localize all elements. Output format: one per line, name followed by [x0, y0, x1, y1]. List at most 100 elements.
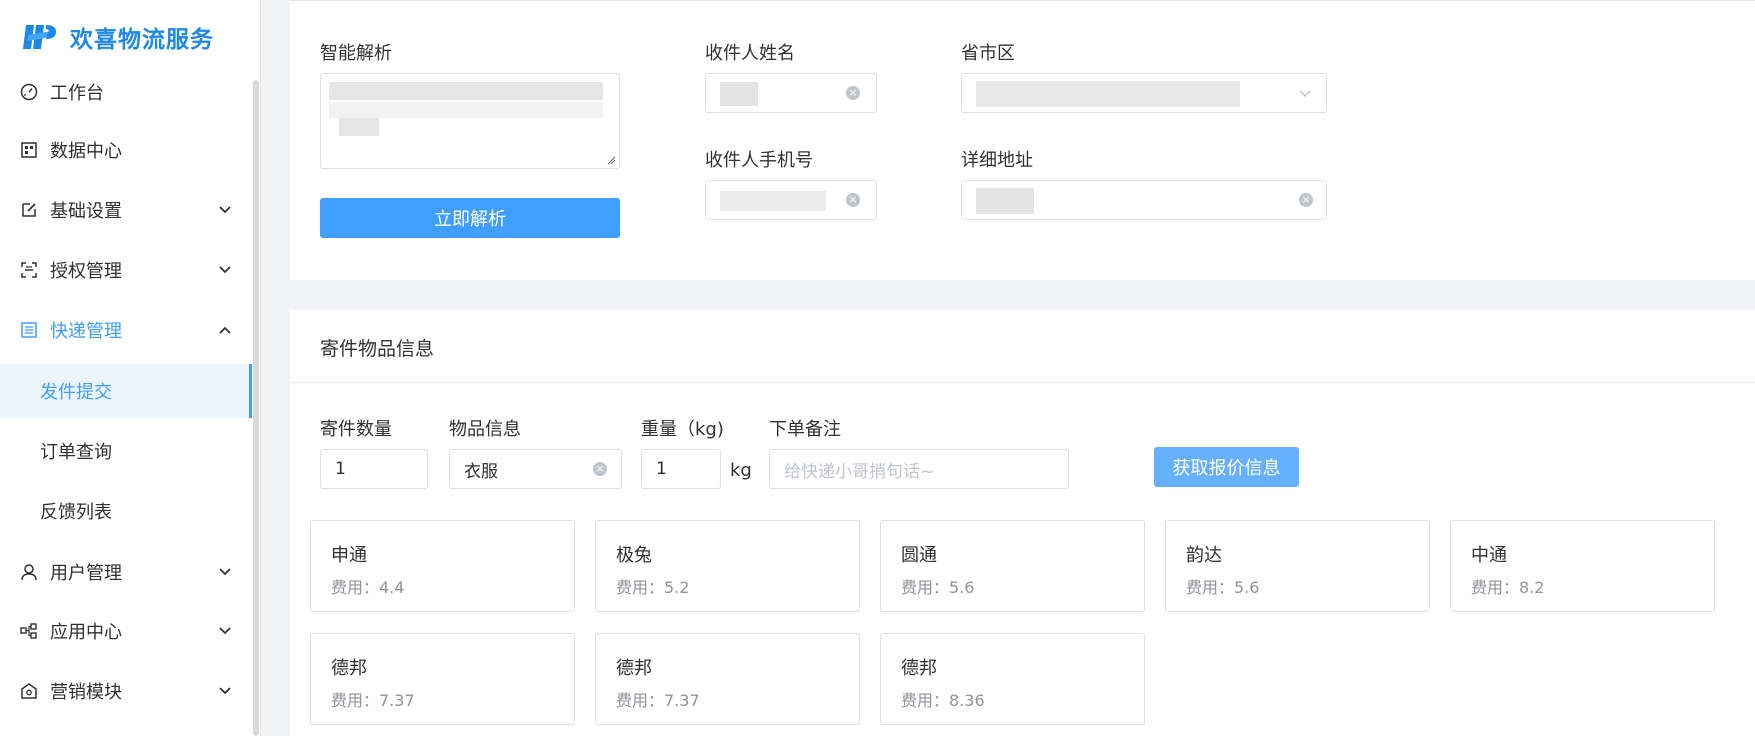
smart-parse-textarea[interactable]	[320, 73, 620, 169]
carrier-fee: 费用：5.2	[616, 578, 690, 597]
carrier-name: 圆通	[901, 545, 937, 566]
get-quote-button[interactable]: 获取报价信息	[1154, 447, 1299, 487]
submenu-item-label: 订单查询	[40, 442, 112, 463]
address-input[interactable]: ×	[961, 180, 1327, 220]
items-card: 寄件物品信息 寄件数量 1 物品信息 衣服 × 重量（kg) 1 kg 下单备注…	[290, 310, 1755, 736]
carrier-name: 德邦	[331, 658, 367, 679]
edit-icon	[22, 203, 36, 217]
list-icon	[21, 322, 37, 338]
divider	[290, 382, 1755, 383]
smart-parse-label: 智能解析	[320, 43, 392, 64]
sidebar-item-label: 营销模块	[50, 682, 122, 703]
chevron-down-icon	[219, 266, 231, 274]
recipient-card: 智能解析 立即解析 收件人姓名 × 收件人手机号 × 省市区 详细地址 ×	[290, 0, 1755, 280]
sidebar-item-label: 基础设置	[50, 201, 122, 222]
quote-card[interactable]: 德邦 费用：7.37	[310, 633, 575, 725]
quote-card[interactable]: 韵达 费用：5.6	[1165, 520, 1430, 612]
chevron-down-icon	[219, 568, 231, 576]
quote-card[interactable]: 申通 费用：4.4	[310, 520, 575, 612]
section-title: 寄件物品信息	[320, 338, 435, 360]
clear-icon[interactable]: ×	[846, 86, 860, 100]
data-center-icon	[21, 142, 37, 158]
chevron-down-icon	[1299, 90, 1311, 98]
weight-label: 重量（kg)	[641, 419, 724, 440]
submenu-item-order-query[interactable]: 订单查询	[0, 424, 252, 478]
carrier-name: 极兔	[616, 545, 652, 566]
goods-value: 衣服	[464, 461, 498, 482]
blurred-text	[339, 118, 379, 136]
quantity-value: 1	[335, 459, 346, 479]
submenu-item-label: 发件提交	[40, 382, 112, 403]
blurred-text	[976, 188, 1034, 214]
recipient-name-input[interactable]: ×	[705, 73, 877, 113]
remark-placeholder: 给快递小哥捎句话~	[784, 461, 935, 482]
region-label: 省市区	[961, 43, 1015, 64]
quantity-label: 寄件数量	[320, 419, 392, 440]
chevron-down-icon	[219, 627, 231, 635]
goods-label: 物品信息	[449, 419, 521, 440]
blurred-text	[720, 191, 826, 211]
blurred-text	[329, 82, 603, 100]
sidebar-item-label: 应用中心	[50, 622, 122, 643]
remark-label: 下单备注	[769, 419, 841, 440]
parse-button[interactable]: 立即解析	[320, 198, 620, 238]
weight-input[interactable]: 1	[641, 449, 721, 489]
sidebar-item-basic-settings[interactable]: 基础设置	[0, 182, 252, 238]
sidebar-item-label: 工作台	[50, 83, 104, 104]
carrier-name: 中通	[1471, 545, 1507, 566]
clear-icon[interactable]: ×	[846, 193, 860, 207]
weight-unit: kg	[730, 460, 752, 481]
address-label: 详细地址	[961, 150, 1033, 171]
recipient-phone-input[interactable]: ×	[705, 180, 877, 220]
sidebar-item-workbench[interactable]: 工作台	[0, 64, 252, 120]
quantity-input[interactable]: 1	[320, 449, 428, 489]
blurred-text	[720, 82, 758, 106]
chevron-down-icon	[219, 687, 231, 695]
recipient-name-label: 收件人姓名	[705, 43, 795, 64]
sidebar-item-express[interactable]: 快递管理	[0, 302, 252, 358]
quote-card[interactable]: 德邦 费用：8.36	[880, 633, 1145, 725]
carrier-name: 德邦	[901, 658, 937, 679]
user-icon	[21, 564, 37, 581]
chevron-down-icon	[219, 206, 231, 214]
recipient-phone-label: 收件人手机号	[705, 150, 813, 171]
submenu-item-feedback-list[interactable]: 反馈列表	[0, 484, 252, 538]
clear-icon[interactable]: ×	[593, 462, 607, 476]
carrier-name: 德邦	[616, 658, 652, 679]
carrier-name: 申通	[331, 545, 367, 566]
quote-card[interactable]: 极兔 费用：5.2	[595, 520, 860, 612]
quote-card[interactable]: 德邦 费用：7.37	[595, 633, 860, 725]
remark-input[interactable]: 给快递小哥捎句话~	[769, 449, 1069, 489]
sidebar-item-app-center[interactable]: 应用中心	[0, 603, 252, 659]
quote-card[interactable]: 圆通 费用：5.6	[880, 520, 1145, 612]
clear-icon[interactable]: ×	[1299, 193, 1313, 207]
resize-handle-icon[interactable]	[606, 155, 616, 165]
goods-input[interactable]: 衣服 ×	[449, 449, 622, 489]
logo-icon	[23, 25, 57, 49]
carrier-fee: 费用：7.37	[331, 691, 415, 710]
sidebar-item-data-center[interactable]: 数据中心	[0, 122, 252, 178]
blurred-text	[976, 81, 1240, 107]
sidebar-scrollbar[interactable]	[253, 80, 259, 736]
sidebar-item-marketing[interactable]: 营销模块	[0, 663, 252, 719]
sidebar-item-users[interactable]: 用户管理	[0, 544, 252, 600]
chevron-up-icon	[219, 326, 231, 334]
marketing-icon	[21, 683, 37, 699]
region-select[interactable]	[961, 73, 1327, 113]
quote-card[interactable]: 中通 费用：8.2	[1450, 520, 1715, 612]
sidebar-item-authorization[interactable]: 授权管理	[0, 242, 252, 298]
carrier-fee: 费用：7.37	[616, 691, 700, 710]
dashboard-icon	[20, 83, 38, 101]
submenu-item-send-submit[interactable]: 发件提交	[0, 364, 252, 418]
carrier-fee: 费用：8.2	[1471, 578, 1545, 597]
sidebar-item-label: 快递管理	[50, 321, 122, 342]
weight-value: 1	[656, 459, 667, 479]
blurred-text	[329, 102, 603, 118]
carrier-fee: 费用：5.6	[1186, 578, 1260, 597]
submenu-item-label: 反馈列表	[40, 502, 112, 523]
carrier-fee: 费用：4.4	[331, 578, 405, 597]
carrier-name: 韵达	[1186, 545, 1222, 566]
sidebar-item-label: 用户管理	[50, 563, 122, 584]
brand-logo[interactable]: 欢喜物流服务	[22, 20, 214, 54]
brand-name: 欢喜物流服务	[70, 27, 214, 53]
